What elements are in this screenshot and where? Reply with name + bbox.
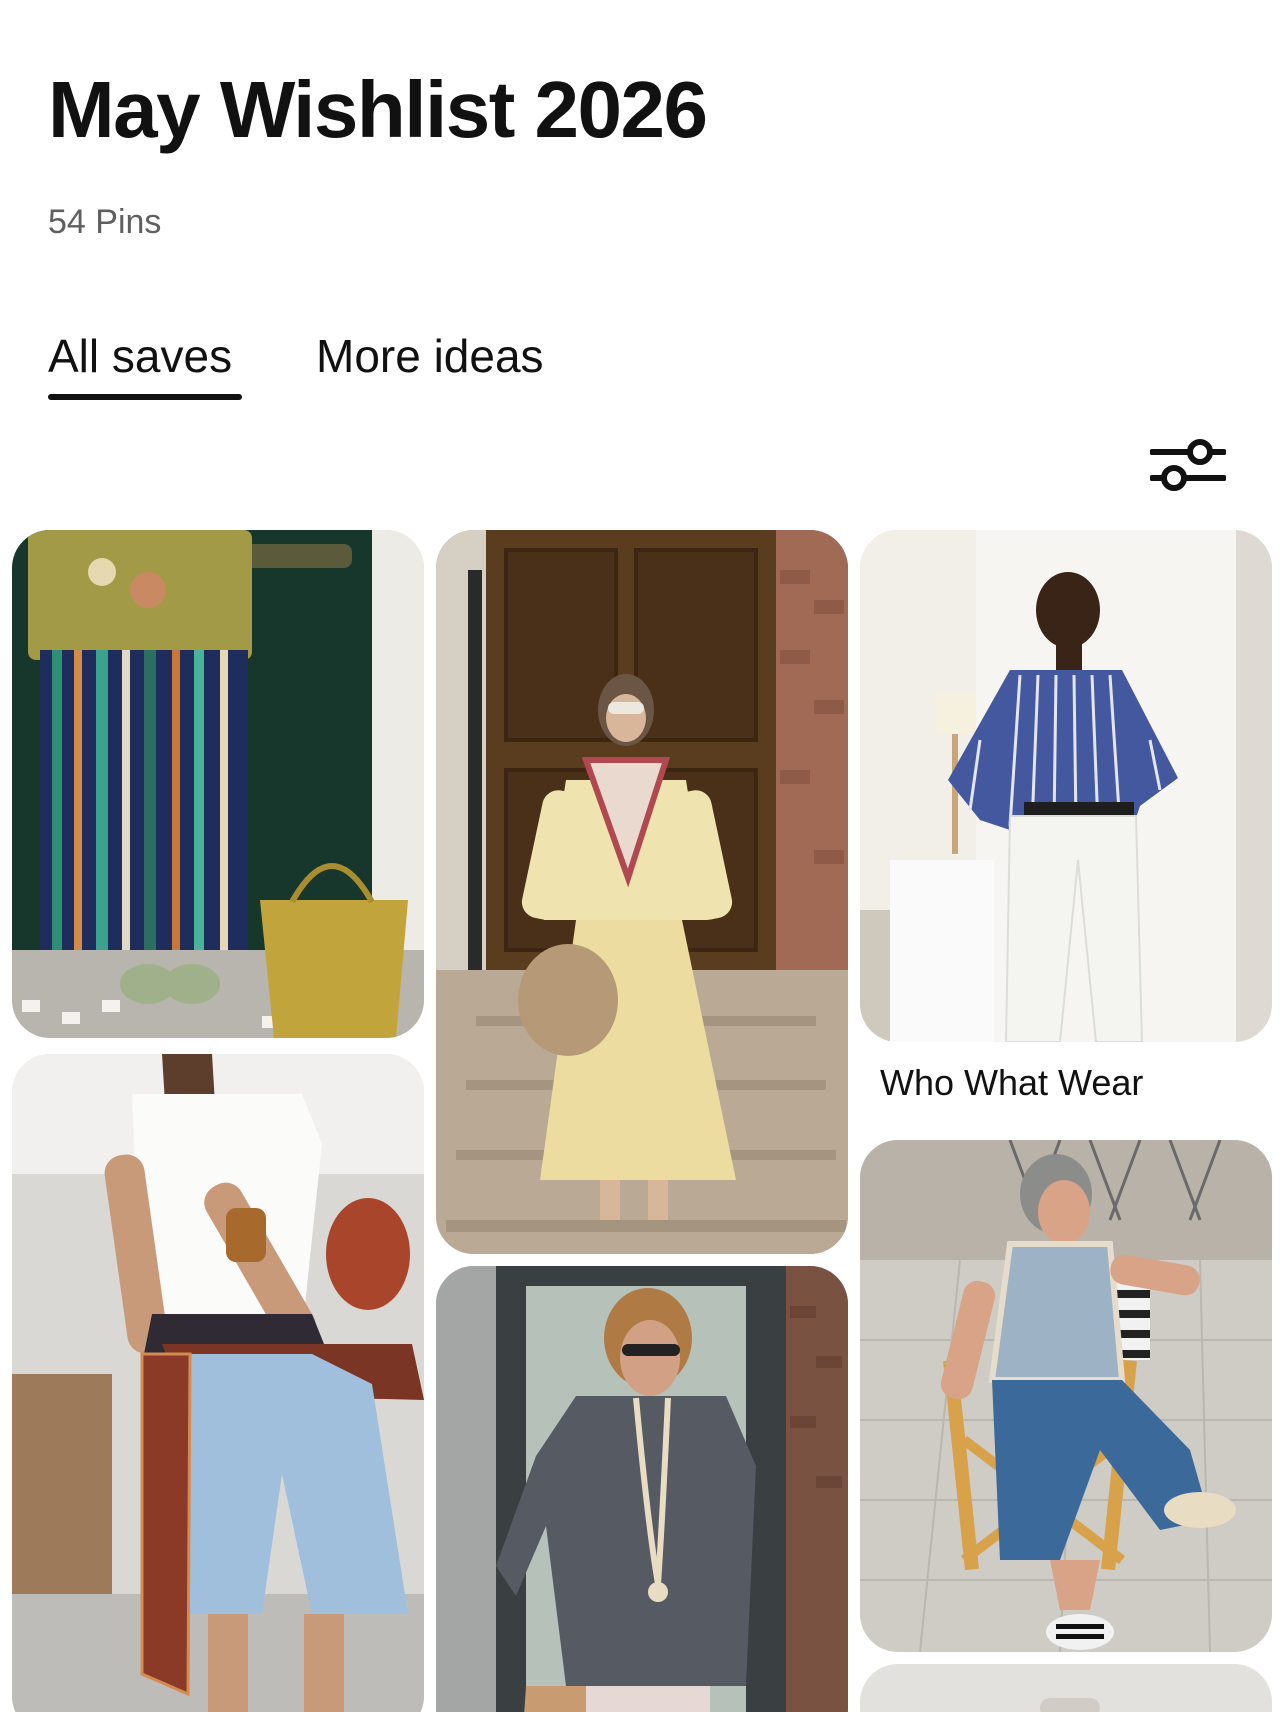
pin-card-grey-shirt[interactable]: [436, 1266, 848, 1712]
active-tab-indicator: [48, 394, 242, 400]
tab-more-ideas[interactable]: More ideas: [316, 328, 544, 384]
pin-image: [436, 530, 848, 1254]
filter-button[interactable]: [1148, 430, 1228, 498]
tab-all-saves[interactable]: All saves: [48, 328, 232, 384]
pin-card-striped-shirt[interactable]: [860, 530, 1272, 1042]
pin-image: [860, 1664, 1272, 1712]
pin-image: [860, 530, 1272, 1042]
pin-card-director-chair[interactable]: [860, 1140, 1272, 1652]
pin-card-yellow-skirt[interactable]: [436, 530, 848, 1254]
pin-image: [436, 1266, 848, 1712]
sliders-icon: [1150, 439, 1226, 491]
pin-card-partial[interactable]: [860, 1664, 1272, 1712]
board-page: May Wishlist 2026 54 Pins All saves More…: [0, 0, 1284, 1712]
board-title: May Wishlist 2026: [48, 65, 708, 154]
pin-image: [860, 1140, 1272, 1652]
pin-image: [12, 530, 424, 1038]
pin-card-denim-shorts[interactable]: [12, 1054, 424, 1712]
pin-card-striped-trousers[interactable]: [12, 530, 424, 1038]
pin-count: 54 Pins: [48, 203, 162, 241]
pin-source-label[interactable]: Who What Wear: [880, 1062, 1143, 1104]
pin-image: [12, 1054, 424, 1712]
